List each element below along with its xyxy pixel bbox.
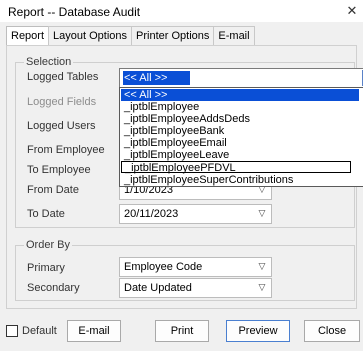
close-button[interactable]: Close xyxy=(304,320,360,342)
dropdown-item[interactable]: _iptblEmployeeAddsDeds xyxy=(121,113,351,125)
to-employee-label: To Employee xyxy=(27,164,91,176)
default-checkbox[interactable] xyxy=(6,325,18,337)
secondary-order-select[interactable]: Date Updated ▽ xyxy=(119,278,272,298)
dropdown-item[interactable]: << All >> xyxy=(121,89,359,101)
tab-report[interactable]: Report xyxy=(6,26,50,46)
chevron-down-icon: ▽ xyxy=(258,282,266,292)
print-button[interactable]: Print xyxy=(155,320,209,342)
logged-tables-select[interactable]: << All >> ▽ xyxy=(119,68,363,88)
close-window-button[interactable]: ✕ xyxy=(341,0,363,22)
dropdown-item[interactable]: _iptblEmployeePFDVL xyxy=(121,161,351,174)
to-date-picker[interactable]: 20/11/2023 ▽ xyxy=(119,204,272,224)
primary-order-value: Employee Code xyxy=(124,261,203,273)
primary-label: Primary xyxy=(27,262,65,274)
dropdown-item[interactable]: _iptblEmployeeLeave xyxy=(121,149,351,161)
secondary-order-value: Date Updated xyxy=(124,282,192,294)
to-date-label: To Date xyxy=(27,208,65,220)
order-by-legend: Order By xyxy=(24,239,73,251)
title-bar: Report -- Database Audit ✕ xyxy=(0,0,363,22)
primary-order-select[interactable]: Employee Code ▽ xyxy=(119,257,272,277)
dropdown-item[interactable]: _iptblEmployeeSuperContributions xyxy=(121,174,351,186)
logged-fields-label: Logged Fields xyxy=(27,96,97,108)
logged-tables-label: Logged Tables xyxy=(27,71,99,83)
logged-users-label: Logged Users xyxy=(27,120,96,132)
logged-tables-dropdown: << All >> _iptblEmployee _iptblEmployeeA… xyxy=(119,87,363,187)
tab-strip: Report Layout Options Printer Options E-… xyxy=(6,26,255,46)
logged-tables-value: << All >> xyxy=(123,71,190,85)
dropdown-item[interactable]: _iptblEmployeeBank xyxy=(121,125,351,137)
preview-button[interactable]: Preview xyxy=(226,320,290,342)
dropdown-item[interactable]: _iptblEmployee xyxy=(121,101,351,113)
default-label: Default xyxy=(22,325,57,337)
to-date-value: 20/11/2023 xyxy=(124,208,179,220)
dropdown-item[interactable]: _iptblEmployeeEmail xyxy=(121,137,351,149)
chevron-down-icon: ▽ xyxy=(258,208,266,218)
tab-email[interactable]: E-mail xyxy=(213,26,255,46)
secondary-label: Secondary xyxy=(27,282,80,294)
from-date-label: From Date xyxy=(27,184,79,196)
tab-printer-options[interactable]: Printer Options xyxy=(131,26,215,46)
selection-legend: Selection xyxy=(24,56,74,68)
chevron-down-icon: ▽ xyxy=(258,261,266,271)
window-title: Report -- Database Audit xyxy=(8,5,141,19)
email-button[interactable]: E-mail xyxy=(67,320,121,342)
tab-layout-options[interactable]: Layout Options xyxy=(48,26,133,46)
from-employee-label: From Employee xyxy=(27,144,105,156)
